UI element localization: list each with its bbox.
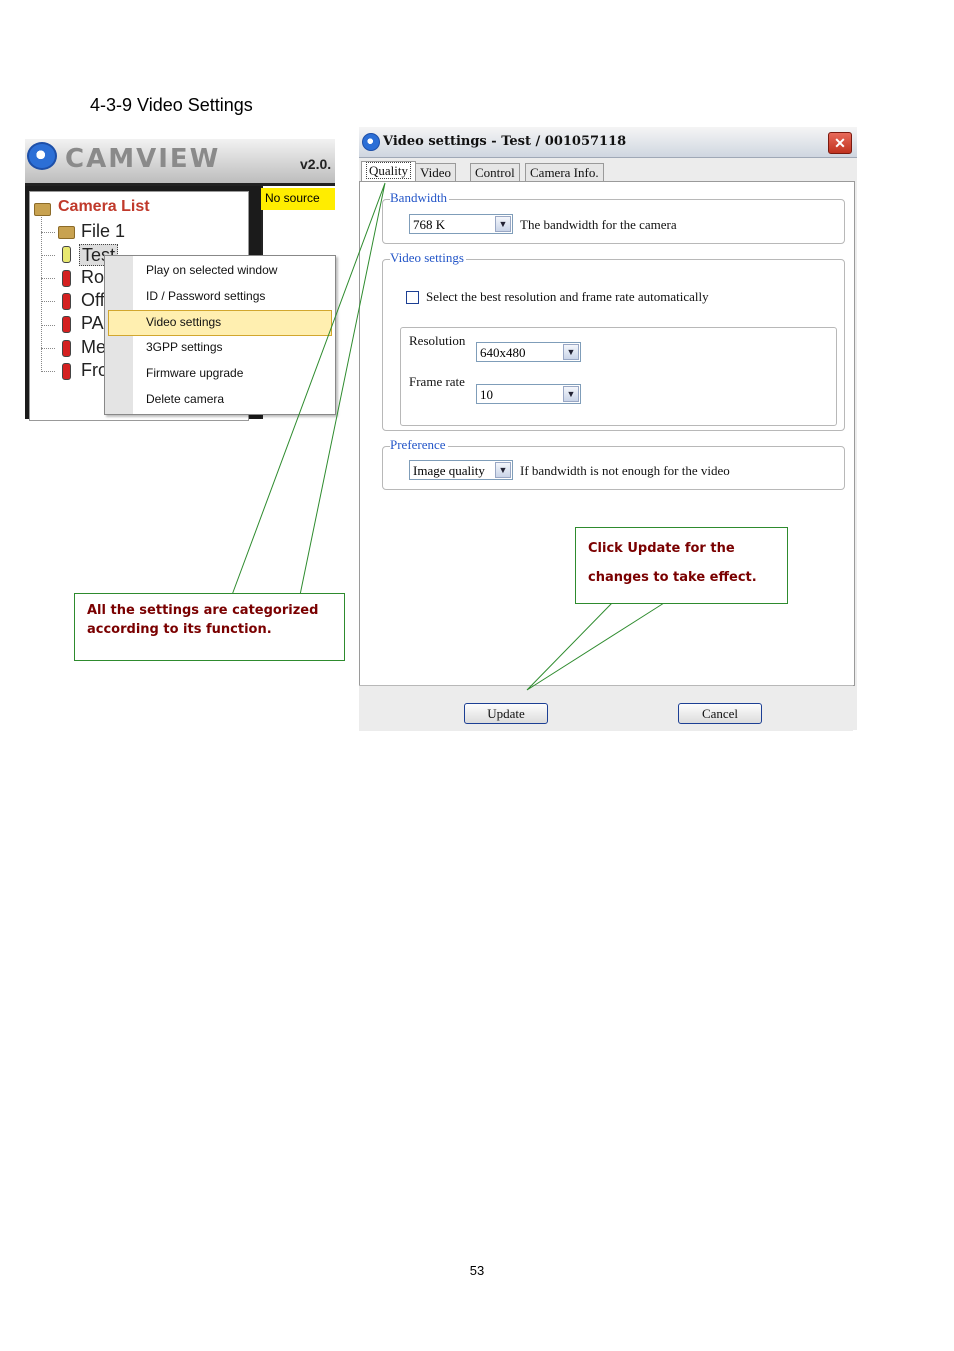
dialog-title: Video settings - Test / 001057118 — [383, 134, 627, 149]
tree-line — [41, 325, 55, 326]
categorized-callout-text: All the settings are categorized accordi… — [87, 603, 319, 637]
camera-red-icon — [62, 293, 71, 310]
dialog-title-bar[interactable]: Video settings - Test / 001057118 ✕ — [359, 127, 857, 158]
bandwidth-legend: Bandwidth — [390, 190, 450, 206]
camview-banner: CAMVIEW v2.0. — [25, 139, 335, 186]
bandwidth-select[interactable]: 768 K ▼ — [409, 214, 513, 234]
menu-item-video-settings[interactable]: Video settings — [146, 311, 221, 333]
camera-green-icon — [62, 246, 71, 263]
chevron-down-icon[interactable]: ▼ — [495, 216, 511, 232]
page-number: 53 — [469, 1263, 485, 1278]
camview-logo-icon — [27, 142, 57, 170]
bandwidth-value: 768 K — [413, 217, 446, 232]
video-settings-dialog: Video settings - Test / 001057118 ✕ Qual… — [359, 127, 857, 731]
frame-rate-label: Frame rate — [409, 374, 465, 389]
camera-list-title: Camera List — [58, 198, 150, 215]
update-callout: Click Update for the changes to take eff… — [575, 527, 788, 604]
tree-item-camera[interactable]: Me — [81, 337, 106, 358]
tree-item-file[interactable]: File 1 — [81, 221, 125, 242]
categorized-callout: All the settings are categorized accordi… — [74, 593, 345, 661]
tab-video[interactable]: Video — [415, 163, 456, 182]
menu-item-delete-camera[interactable]: Delete camera — [146, 388, 224, 410]
update-button[interactable]: Update — [464, 703, 548, 724]
update-callout-line2: changes to take effect. — [588, 570, 757, 585]
menu-item-3gpp-settings[interactable]: 3GPP settings — [146, 336, 223, 358]
camera-red-icon — [62, 363, 71, 380]
auto-resolution-label: Select the best resolution and frame rat… — [426, 289, 709, 304]
camview-brand: CAMVIEW — [65, 144, 221, 174]
camera-red-icon — [62, 316, 71, 333]
resolution-label: Resolution — [409, 333, 466, 348]
tree-line — [41, 232, 55, 233]
preference-select[interactable]: Image quality ▼ — [409, 460, 513, 480]
tree-item-camera[interactable]: Off — [81, 290, 105, 311]
preference-value: Image quality — [413, 463, 485, 478]
camera-red-icon — [62, 270, 71, 287]
camera-red-icon — [62, 340, 71, 357]
frame-rate-select[interactable]: 10 ▼ — [476, 384, 581, 404]
tree-line — [41, 255, 55, 256]
preference-description: If bandwidth is not enough for the video — [520, 463, 730, 478]
tree-item-camera[interactable]: Ro — [81, 267, 104, 288]
quality-tab-panel: Bandwidth 768 K ▼ The bandwidth for the … — [359, 181, 855, 686]
chevron-down-icon[interactable]: ▼ — [495, 462, 511, 478]
camera-context-menu: Play on selected window ID / Password se… — [104, 255, 336, 415]
video-settings-legend: Video settings — [390, 250, 466, 266]
auto-resolution-checkbox[interactable] — [406, 291, 419, 304]
folder-icon — [58, 226, 75, 239]
app-icon — [362, 133, 380, 151]
tab-quality[interactable]: Quality — [361, 161, 416, 182]
bandwidth-description: The bandwidth for the camera — [520, 217, 677, 232]
tree-line — [41, 278, 55, 279]
chevron-down-icon[interactable]: ▼ — [563, 344, 579, 360]
tab-control[interactable]: Control — [470, 163, 520, 182]
tab-camera-info[interactable]: Camera Info. — [525, 163, 604, 182]
chevron-down-icon[interactable]: ▼ — [563, 386, 579, 402]
menu-item-id-password-settings[interactable]: ID / Password settings — [146, 285, 265, 307]
dialog-footer: Update Cancel — [359, 685, 853, 731]
resolution-select[interactable]: 640x480 ▼ — [476, 342, 581, 362]
preference-legend: Preference — [390, 437, 448, 453]
tree-item-camera[interactable]: PA — [81, 313, 104, 334]
no-source-label: No source — [261, 188, 335, 210]
section-heading: 4-3-9 Video Settings — [90, 95, 253, 115]
frame-rate-value: 10 — [480, 387, 493, 402]
update-callout-line1: Click Update for the — [588, 541, 735, 556]
resolution-value: 640x480 — [480, 345, 526, 360]
tree-line — [41, 371, 55, 372]
menu-item-play-on-selected-window[interactable]: Play on selected window — [146, 259, 277, 281]
tree-line — [41, 301, 55, 302]
menu-item-firmware-upgrade[interactable]: Firmware upgrade — [146, 362, 243, 384]
resolution-frame-group — [400, 327, 837, 426]
tree-line — [41, 348, 55, 349]
cancel-button[interactable]: Cancel — [678, 703, 762, 724]
camera-list-folder-icon — [34, 203, 51, 216]
camview-version: v2.0. — [300, 156, 332, 172]
tab-quality-label: Quality — [366, 162, 411, 179]
close-button[interactable]: ✕ — [828, 132, 852, 154]
